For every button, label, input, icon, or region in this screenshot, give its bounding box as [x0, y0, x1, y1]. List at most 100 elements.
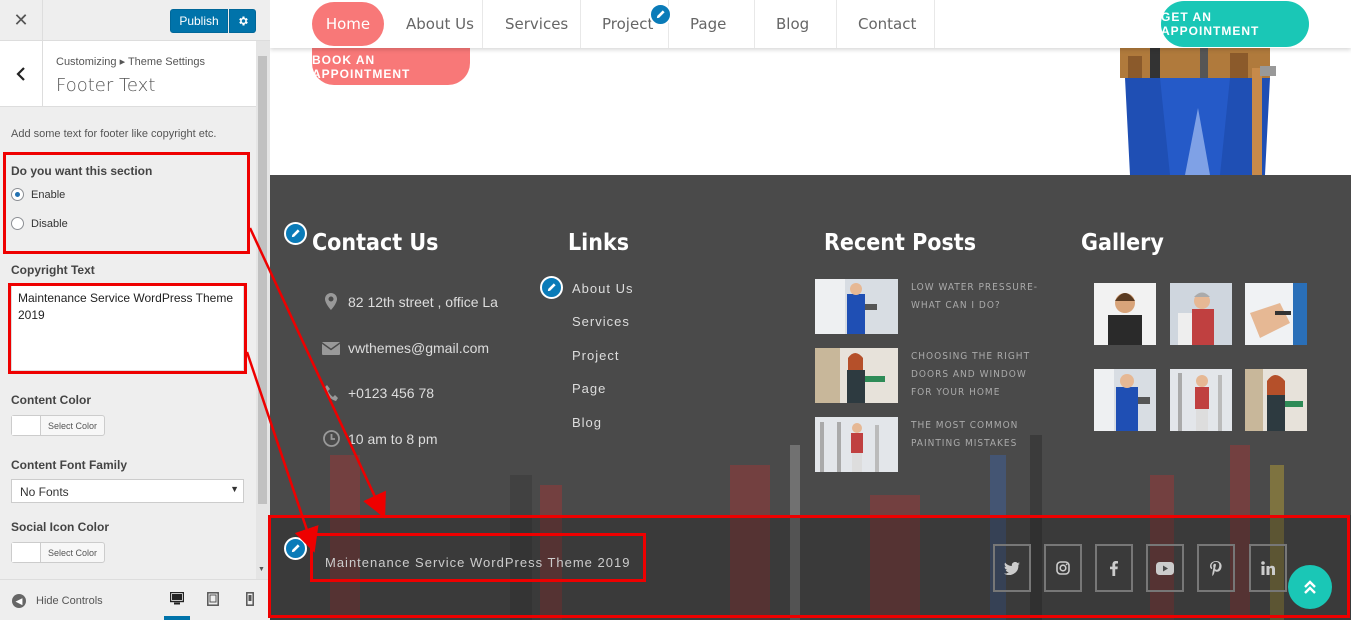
section-header: Customizing ▸ Theme Settings Footer Text	[0, 41, 256, 107]
gallery-image[interactable]	[1094, 283, 1156, 345]
copyright-text: Maintenance Service WordPress Theme 2019	[325, 555, 631, 570]
recent-posts-heading: Recent Posts	[824, 230, 977, 256]
envelope-icon	[317, 341, 345, 355]
get-appointment-button[interactable]: GET AN APPOINTMENT	[1161, 1, 1309, 47]
customizer-header: ✕ Publish	[0, 0, 270, 41]
pinterest-button[interactable]	[1197, 544, 1235, 592]
footer-link-services[interactable]: Services	[572, 314, 630, 329]
links-heading: Links	[568, 230, 630, 256]
linkedin-button[interactable]	[1249, 544, 1287, 592]
nav-services[interactable]: Services	[505, 0, 568, 48]
hide-controls-label: Hide Controls	[36, 595, 103, 607]
hours-text: 10 am to 8 pm	[348, 430, 438, 447]
twitter-button[interactable]	[993, 544, 1031, 592]
font-family-label: Content Font Family	[11, 458, 127, 472]
instagram-button[interactable]	[1044, 544, 1082, 592]
tablet-preview-button[interactable]	[200, 588, 226, 620]
main-navigation: Home About Us Services Project Page Blog…	[270, 0, 1351, 48]
post-title: LOW WATER PRESSURE-WHAT CAN I DO?	[911, 282, 1039, 311]
copyright-textarea[interactable]: Maintenance Service WordPress Theme 2019	[11, 285, 244, 371]
nav-home[interactable]: Home	[312, 2, 384, 46]
scroll-down-arrow-icon[interactable]: ▼	[258, 566, 265, 573]
gallery-image[interactable]	[1245, 369, 1307, 431]
publish-button[interactable]: Publish	[170, 9, 228, 33]
contact-phone: +0123 456 78	[317, 385, 434, 401]
map-marker-icon	[317, 293, 345, 310]
select-color-label: Select Color	[47, 420, 98, 431]
twitter-icon	[1004, 561, 1020, 575]
gallery-image[interactable]	[1094, 369, 1156, 431]
edit-links-pencil-icon[interactable]	[540, 276, 563, 299]
post-title: CHOOSING THE RIGHT DOORS AND WINDOW FOR …	[911, 351, 1031, 398]
contact-hours: 10 am to 8 pm	[317, 430, 438, 447]
edit-menu-pencil-icon[interactable]	[649, 3, 672, 26]
recent-post-item[interactable]: THE MOST COMMON PAINTING MISTAKES	[815, 417, 1051, 472]
section-toggle-label: Do you want this section	[11, 164, 153, 178]
gallery-image[interactable]	[1170, 283, 1232, 345]
font-family-value: No Fonts	[20, 485, 69, 499]
recent-post-item[interactable]: CHOOSING THE RIGHT DOORS AND WINDOW FOR …	[815, 348, 1051, 403]
footer-link-blog[interactable]: Blog	[572, 415, 602, 430]
disable-radio[interactable]: Disable	[11, 217, 68, 230]
nav-page[interactable]: Page	[690, 0, 726, 48]
close-icon: ✕	[13, 10, 29, 30]
nav-divider	[482, 0, 483, 48]
post-thumbnail-image	[815, 417, 898, 472]
radio-unselected-icon	[11, 217, 24, 230]
gallery-image[interactable]	[1170, 369, 1232, 431]
youtube-icon	[1156, 561, 1174, 575]
enable-label: Enable	[31, 188, 66, 201]
hide-controls-button[interactable]: ◀ Hide Controls	[12, 594, 103, 608]
social-color-picker[interactable]: Select Color	[11, 542, 105, 563]
section-title: Footer Text	[56, 75, 156, 96]
section-description: Add some text for footer like copyright …	[11, 128, 217, 140]
post-title: THE MOST COMMON PAINTING MISTAKES	[911, 420, 1019, 449]
desktop-icon	[170, 592, 184, 605]
recent-post-item[interactable]: LOW WATER PRESSURE-WHAT CAN I DO?	[815, 279, 1051, 334]
content-color-picker[interactable]: Select Color	[11, 415, 105, 436]
nav-project[interactable]: Project	[602, 0, 653, 48]
mobile-preview-button[interactable]	[237, 588, 263, 620]
clock-icon	[317, 430, 345, 447]
footer-link-page[interactable]: Page	[572, 381, 606, 396]
enable-radio[interactable]: Enable	[11, 188, 65, 201]
nav-divider	[836, 0, 837, 48]
facebook-button[interactable]	[1095, 544, 1133, 592]
scrollbar-thumb[interactable]	[258, 56, 267, 504]
nav-blog[interactable]: Blog	[776, 0, 809, 48]
font-family-select[interactable]: No Fonts ▼	[11, 479, 244, 503]
copyright-label: Copyright Text	[11, 263, 95, 277]
post-thumbnail-image	[815, 348, 898, 403]
footer-link-about-us[interactable]: About Us	[572, 281, 633, 296]
post-thumbnail-image	[815, 279, 898, 334]
desktop-preview-button[interactable]	[164, 588, 190, 620]
close-customizer-button[interactable]: ✕	[0, 0, 43, 41]
scroll-to-top-button[interactable]	[1288, 565, 1332, 609]
nav-divider	[580, 0, 581, 48]
disable-label: Disable	[31, 217, 68, 230]
mobile-icon	[246, 592, 254, 606]
tablet-icon	[207, 592, 219, 606]
email-text[interactable]: vwthemes@gmail.com	[348, 340, 489, 356]
radio-selected-icon	[11, 188, 24, 201]
footer-link-project[interactable]: Project	[572, 348, 619, 363]
contact-address: 82 12th street , office La	[317, 293, 498, 310]
gallery-heading: Gallery	[1081, 230, 1164, 256]
youtube-button[interactable]	[1146, 544, 1184, 592]
edit-copyright-pencil-icon[interactable]	[284, 537, 307, 560]
contact-us-heading: Contact Us	[312, 230, 439, 256]
dropdown-arrow-icon: ▼	[230, 484, 239, 494]
gallery-image[interactable]	[1245, 283, 1307, 345]
pinterest-icon	[1210, 560, 1222, 576]
phone-text: +0123 456 78	[348, 385, 435, 401]
content-color-label: Content Color	[11, 393, 91, 407]
edit-contact-pencil-icon[interactable]	[284, 222, 307, 245]
publish-settings-button[interactable]	[229, 9, 256, 33]
back-button[interactable]	[0, 41, 43, 107]
nav-contact[interactable]: Contact	[858, 0, 916, 48]
color-swatch	[12, 416, 41, 435]
site-preview: Home About Us Services Project Page Blog…	[270, 0, 1351, 620]
nav-about-us[interactable]: About Us	[406, 0, 474, 48]
nav-divider	[754, 0, 755, 48]
contact-email: vwthemes@gmail.com	[317, 340, 489, 356]
